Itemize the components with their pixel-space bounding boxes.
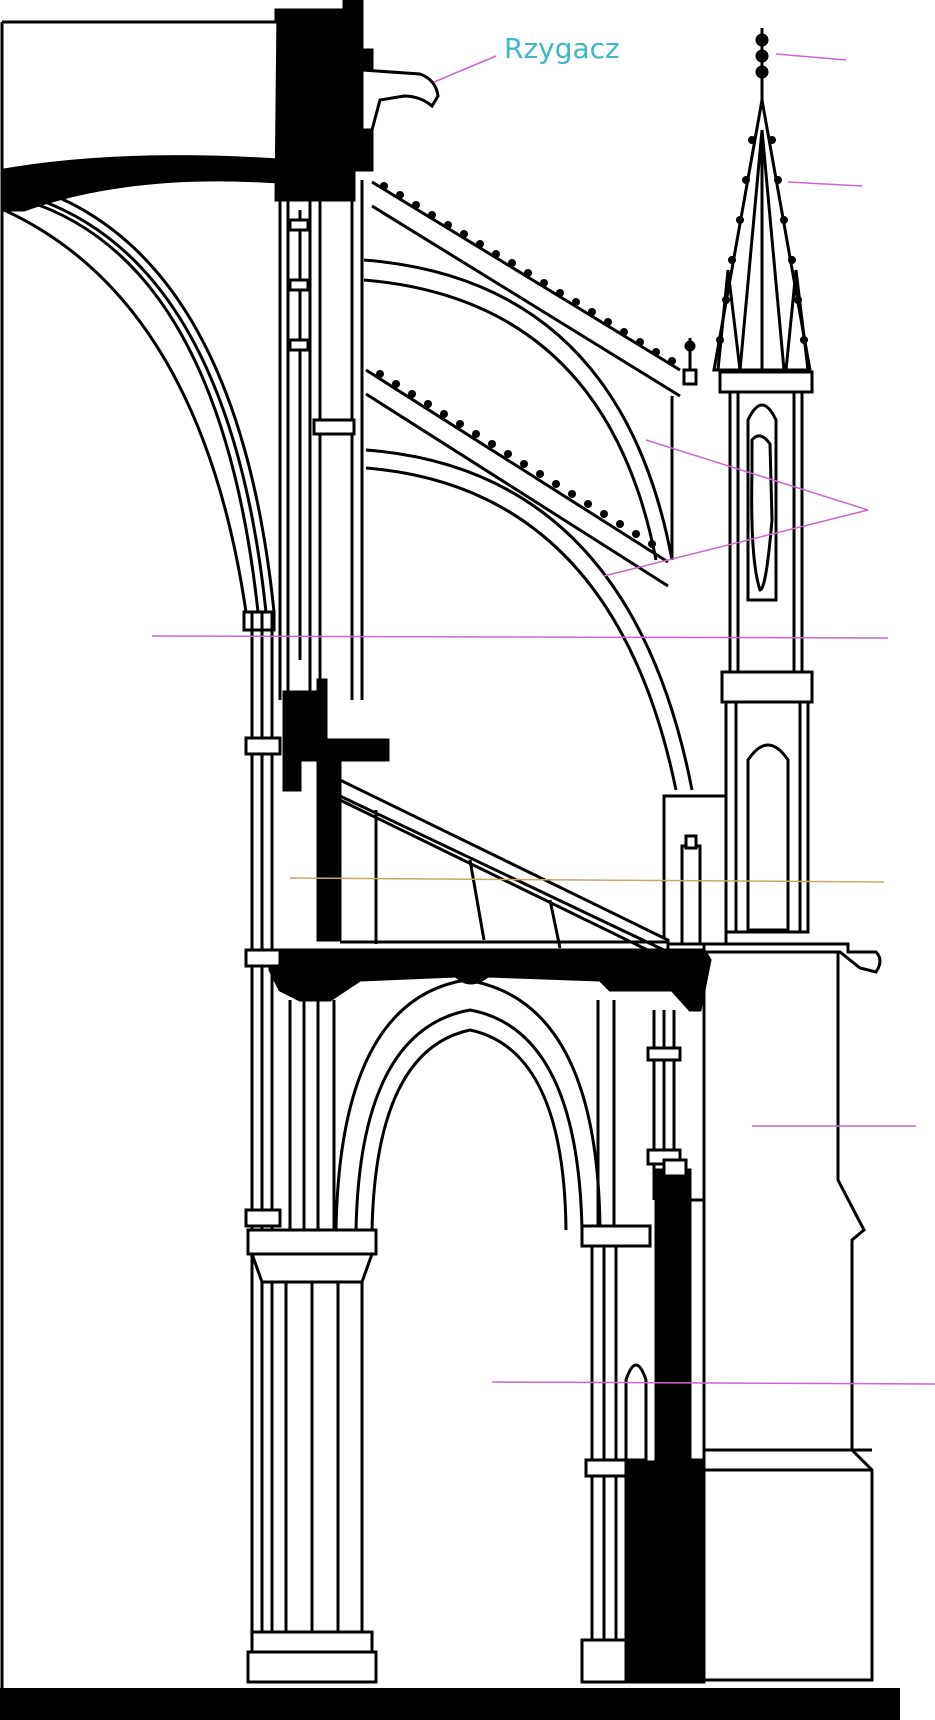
label-gargoyle: Rzygacz [504, 32, 620, 65]
ground-line [0, 1688, 900, 1720]
gothic-cathedral-cross-section: Rzygacz [0, 0, 935, 1720]
